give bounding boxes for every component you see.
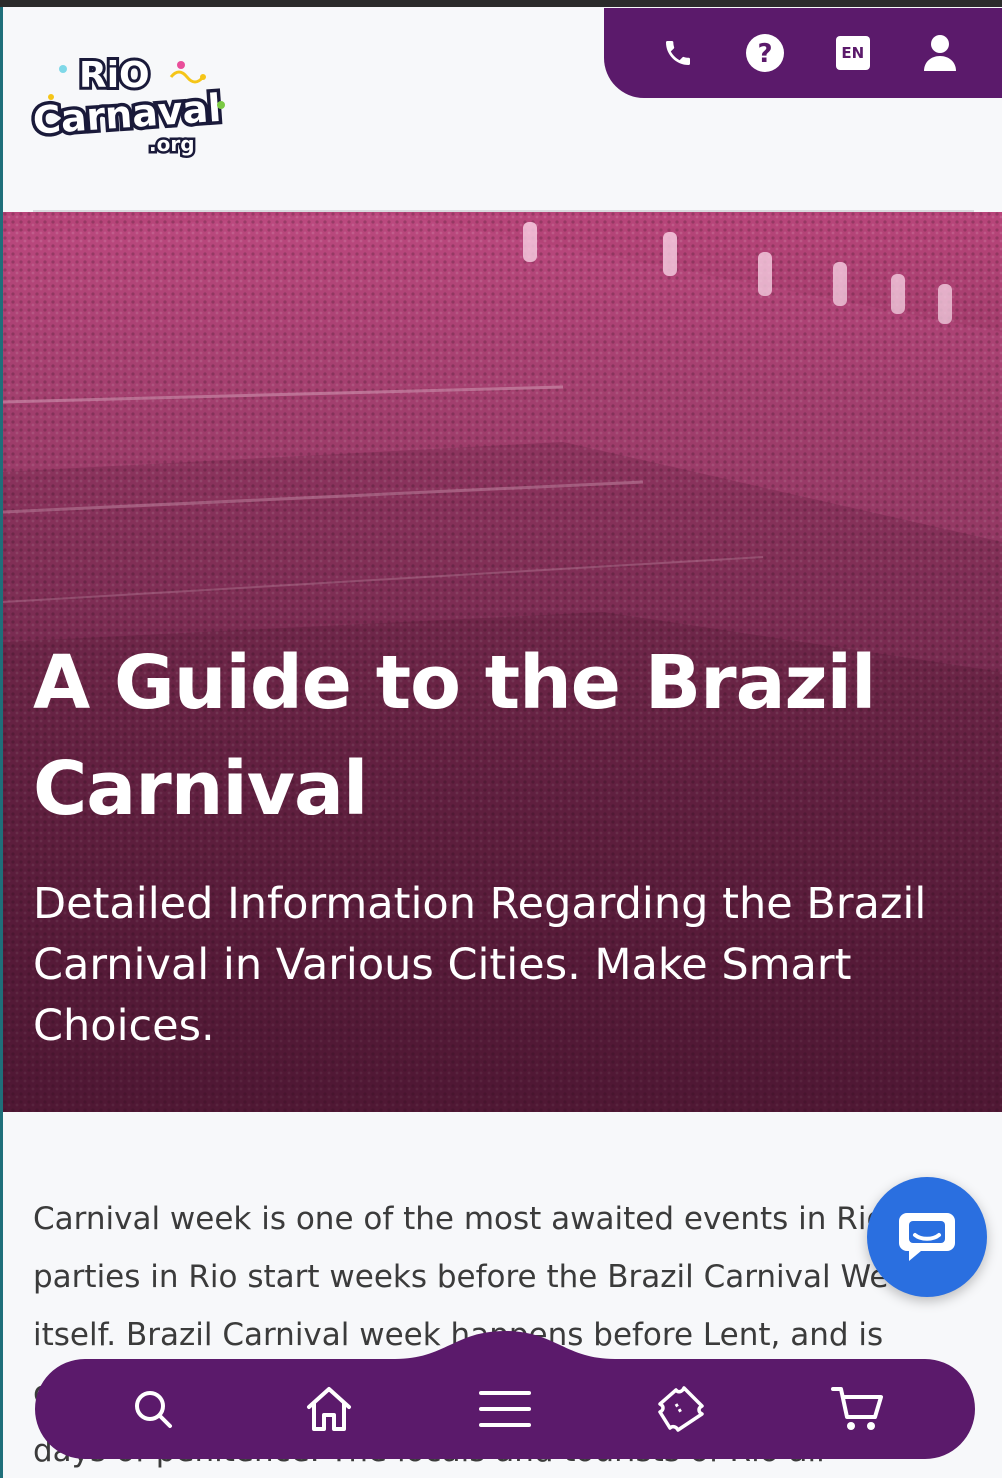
svg-text:.org: .org — [149, 132, 195, 156]
nav-home-button[interactable] — [294, 1374, 364, 1444]
menu-icon — [479, 1391, 531, 1427]
ticket-icon — [658, 1386, 704, 1432]
language-button[interactable]: EN — [829, 29, 877, 77]
hero-subtitle: Detailed Information Regarding the Brazi… — [33, 879, 927, 1051]
chat-button[interactable] — [867, 1177, 987, 1297]
help-button[interactable]: ? — [741, 29, 789, 77]
page: RiO Carnaval .org ? EN A Guide to the Br… — [3, 7, 1002, 1478]
home-icon — [307, 1387, 351, 1431]
browser-top-edge — [0, 0, 1002, 7]
question-icon: ? — [746, 34, 785, 72]
hero-title: A Guide to the Brazil Carnival — [33, 640, 876, 832]
utility-bar: ? EN — [604, 8, 1002, 98]
bottom-navigation — [35, 1331, 975, 1459]
nav-search-button[interactable] — [118, 1374, 188, 1444]
nav-cart-button[interactable] — [822, 1374, 892, 1444]
nav-menu-button[interactable] — [470, 1374, 540, 1444]
account-button[interactable] — [916, 29, 964, 77]
site-logo[interactable]: RiO Carnaval .org — [28, 47, 241, 167]
chat-icon — [899, 1213, 955, 1261]
search-icon — [135, 1391, 172, 1428]
language-label: EN — [835, 36, 870, 70]
phone-button[interactable] — [654, 29, 702, 77]
svg-text:RiO: RiO — [79, 55, 150, 96]
cart-icon — [831, 1387, 883, 1430]
hero-banner: A Guide to the Brazil Carnival Detailed … — [3, 212, 1002, 1112]
phone-icon — [665, 41, 690, 65]
nav-tickets-button[interactable] — [646, 1374, 716, 1444]
svg-text:?: ? — [758, 39, 773, 69]
user-icon — [924, 35, 957, 71]
